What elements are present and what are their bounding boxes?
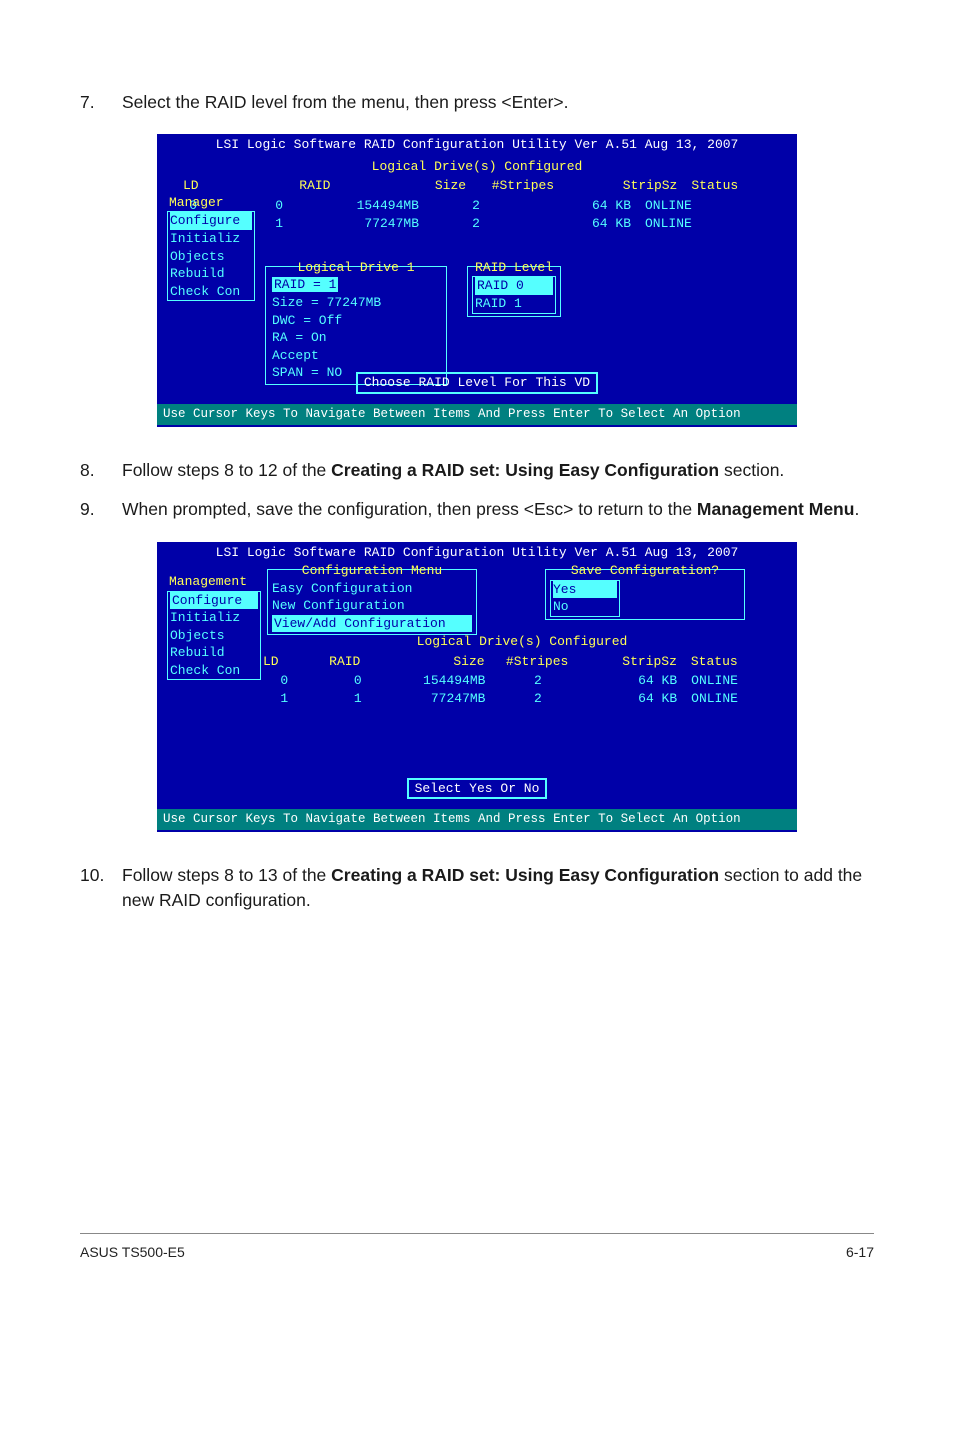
cfgmenu-title: Configuration Menu	[272, 562, 472, 580]
bios2-title: LSI Logic Software RAID Configuration Ut…	[157, 542, 797, 564]
side-item-rebuild: Rebuild	[170, 265, 252, 283]
step-8: 8. Follow steps 8 to 12 of the Creating …	[80, 458, 874, 483]
step-8-post: section.	[719, 460, 784, 480]
col-stripes: #Stripes	[478, 177, 568, 195]
bios1-title: LSI Logic Software RAID Configuration Ut…	[157, 134, 797, 156]
col-raid: RAID	[267, 177, 347, 195]
step-9: 9. When prompted, save the configuration…	[80, 497, 874, 522]
bios1-status: Use Cursor Keys To Navigate Between Item…	[157, 404, 797, 425]
footer-left: ASUS TS500-E5	[80, 1244, 185, 1260]
bios2-save-box: Save Configuration? Yes No	[545, 569, 745, 620]
side2-rebuild: Rebuild	[170, 644, 258, 662]
bios1-side-label: Manager	[167, 194, 255, 212]
raidlvl-opt-1: RAID 1	[475, 295, 553, 313]
step-7-text: Select the RAID level from the menu, the…	[122, 90, 874, 115]
step-10: 10. Follow steps 8 to 13 of the Creating…	[80, 863, 874, 914]
side-item-checkcon: Check Con	[170, 283, 252, 301]
side-item-initialize: Initializ	[170, 230, 252, 248]
side2-configure: Configure	[170, 592, 258, 610]
step-8-num: 8.	[80, 458, 122, 483]
raidlvl-opt-0: RAID 0	[475, 277, 553, 295]
ld1-dwc: DWC = Off	[272, 312, 440, 330]
bios2-status: Use Cursor Keys To Navigate Between Item…	[157, 809, 797, 830]
step-10-bold: Creating a RAID set: Using Easy Configur…	[331, 865, 719, 885]
ld1-raid: RAID = 1	[272, 277, 338, 292]
bios2-headers: LD RAID Size #Stripes StripSz Status	[257, 651, 787, 673]
cfgmenu-viewadd: View/Add Configuration	[272, 615, 472, 633]
col-ld: LD	[163, 177, 267, 195]
ld1-size: Size = 77247MB	[272, 294, 440, 312]
page-footer: ASUS TS500-E5 6-17	[80, 1233, 874, 1260]
footer-right: 6-17	[846, 1244, 874, 1260]
col-status: Status	[691, 177, 791, 195]
ld1-title: Logical Drive 1	[272, 259, 440, 277]
bios2-help: Select Yes Or No	[407, 778, 548, 800]
step-8-pre: Follow steps 8 to 12 of the	[122, 460, 331, 480]
bios1-raid-level-box: RAID Level RAID 0 RAID 1	[467, 266, 561, 317]
save-no: No	[553, 598, 617, 616]
step-8-bold: Creating a RAID set: Using Easy Configur…	[331, 460, 719, 480]
bios-screenshot-1: LSI Logic Software RAID Configuration Ut…	[154, 131, 800, 429]
save-title: Save Configuration?	[550, 562, 740, 580]
step-9-pre: When prompted, save the configuration, t…	[122, 499, 697, 519]
cfgmenu-new: New Configuration	[272, 597, 472, 615]
ld1-accept: Accept	[272, 347, 440, 365]
bios2-side-menu: Management Configure Initializ Objects R…	[167, 573, 261, 680]
step-10-num: 10.	[80, 863, 122, 914]
save-yes: Yes	[553, 581, 617, 599]
step-9-post: .	[854, 499, 859, 519]
bios1-legend: Logical Drive(s) Configured	[157, 158, 797, 176]
bios2-row-1: 1 1 77247MB 2 64 KB ONLINE	[257, 690, 787, 708]
bios2-config-menu: Configuration Menu Easy Configuration Ne…	[267, 569, 477, 635]
raidlvl-title: RAID Level	[472, 259, 556, 277]
col-stripsz: StripSz	[568, 177, 692, 195]
step-7-num: 7.	[80, 90, 122, 115]
side-item-configure: Configure	[170, 212, 252, 230]
step-10-pre: Follow steps 8 to 13 of the	[122, 865, 331, 885]
side2-initialize: Initializ	[170, 609, 258, 627]
bios1-side-menu: Manager Configure Initializ Objects Rebu…	[167, 194, 255, 301]
bios2-side-label: Management	[167, 573, 261, 591]
bios2-legend: Logical Drive(s) Configured	[257, 633, 787, 651]
cfgmenu-easy: Easy Configuration	[272, 580, 472, 598]
bios-screenshot-2: LSI Logic Software RAID Configuration Ut…	[154, 539, 800, 835]
step-9-num: 9.	[80, 497, 122, 522]
step-9-bold: Management Menu	[697, 499, 855, 519]
side2-checkcon: Check Con	[170, 662, 258, 680]
step-7: 7. Select the RAID level from the menu, …	[80, 90, 874, 115]
bios2-row-0: 0 0 154494MB 2 64 KB ONLINE	[257, 672, 787, 690]
col-size: Size	[346, 177, 478, 195]
side-item-objects: Objects	[170, 248, 252, 266]
side2-objects: Objects	[170, 627, 258, 645]
ld1-ra: RA = On	[272, 329, 440, 347]
bios1-help: Choose RAID Level For This VD	[356, 372, 598, 394]
